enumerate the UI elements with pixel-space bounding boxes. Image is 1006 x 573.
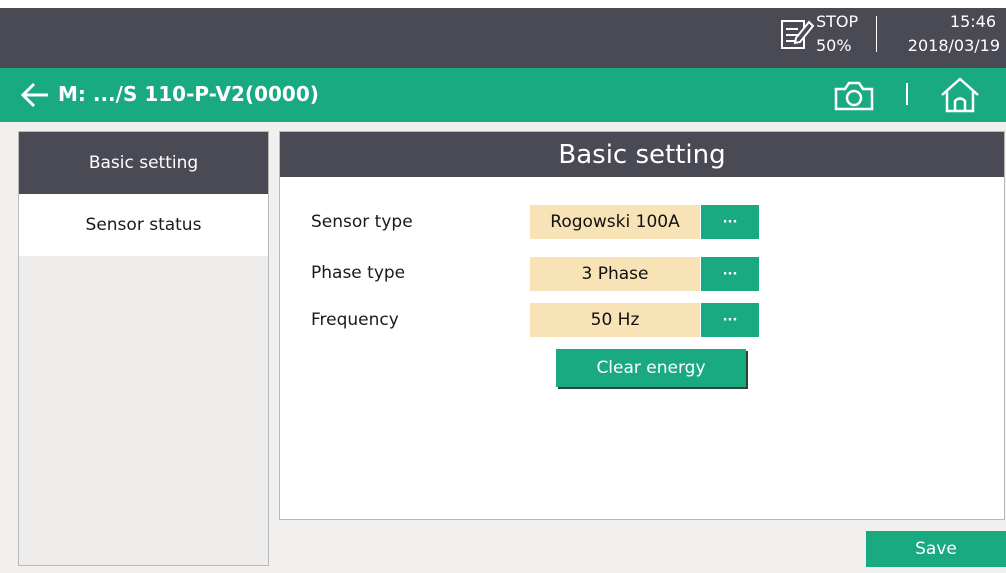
frequency-select-button[interactable]: ··· [701,303,759,337]
frequency-label: Frequency [311,310,399,330]
panel-title: Basic setting [280,132,1004,177]
sidebar-item-basic-setting[interactable]: Basic setting [19,132,268,194]
camera-icon[interactable] [832,81,876,111]
clear-energy-button[interactable]: Clear energy [556,349,746,387]
back-arrow-icon[interactable] [20,82,50,108]
edit-document-icon [781,20,815,49]
sensor-type-select-button[interactable]: ··· [701,205,759,239]
navigation-bar: M: .../S 110-P-V2(0000) [0,68,1006,122]
frequency-value: 50 Hz [530,303,700,337]
save-button[interactable]: Save [866,531,1006,567]
time-label: 15:46 [949,12,996,31]
date-label: 2018/03/19 [907,36,1000,55]
sensor-type-label: Sensor type [311,212,413,232]
phase-type-select-button[interactable]: ··· [701,257,759,291]
page-path-title: M: .../S 110-P-V2(0000) [58,82,319,106]
home-icon[interactable] [938,76,982,114]
status-bar-area [0,0,1006,68]
sidebar: Basic setting Sensor status [18,131,269,566]
nav-divider [906,83,908,105]
phase-type-value: 3 Phase [530,257,700,291]
percent-label: 50% [816,36,852,55]
run-state-label: STOP [816,12,859,31]
sensor-type-value: Rogowski 100A [530,205,700,239]
status-divider [876,16,877,52]
sidebar-item-sensor-status[interactable]: Sensor status [19,194,268,256]
phase-type-label: Phase type [311,263,406,283]
